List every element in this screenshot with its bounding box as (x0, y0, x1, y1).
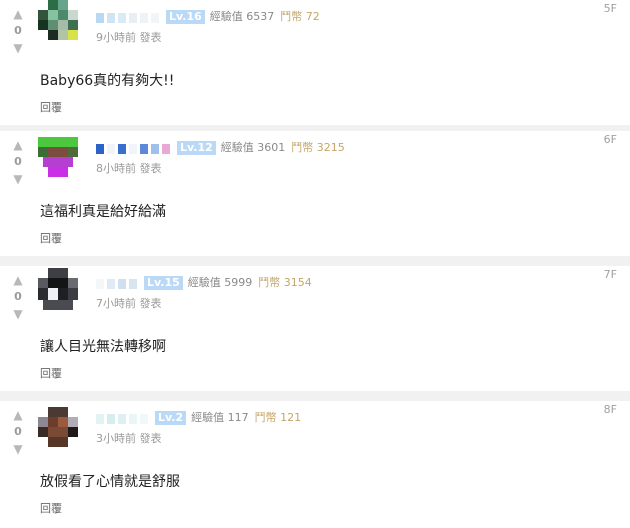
vote-score: 0 (14, 290, 22, 303)
upvote-icon[interactable]: ▲ (10, 272, 26, 288)
comment-text: 放假看了心情就是舒服 (40, 474, 180, 490)
comment-card: ▲ 0 ▼ Lv.15 經驗值 5999 鬥幣 3154 7小時前 發表 7F 讓人… (0, 266, 630, 391)
experience-points: 經驗值 117 (191, 411, 249, 424)
downvote-icon[interactable]: ▼ (10, 306, 26, 322)
comment-card: ▲ 0 ▼ Lv.16 經驗值 6537 鬥幣 72 9小時前 發表 5F Baby… (0, 0, 630, 125)
coin-count: 鬥幣 72 (280, 10, 320, 23)
comment-text: 讓人目光無法轉移啊 (40, 339, 166, 355)
floor-number: 5F (603, 2, 617, 15)
reply-button[interactable]: 回覆 (40, 230, 62, 246)
user-meta: Lv.12 經驗值 3601 鬥幣 3215 (96, 141, 345, 155)
experience-points: 經驗值 3601 (220, 141, 286, 154)
avatar[interactable] (33, 401, 83, 451)
coin-count: 鬥幣 3215 (291, 141, 345, 154)
vote-column: ▲ 0 ▼ (10, 272, 26, 322)
floor-number: 7F (603, 268, 617, 281)
avatar[interactable] (33, 131, 83, 181)
floor-number: 8F (603, 403, 617, 416)
comment-text: Baby66真的有夠大!! (40, 73, 175, 89)
upvote-icon[interactable]: ▲ (10, 407, 26, 423)
username[interactable] (96, 142, 173, 154)
vote-column: ▲ 0 ▼ (10, 407, 26, 457)
level-badge: Lv.15 (144, 276, 183, 290)
coin-count: 鬥幣 121 (254, 411, 302, 424)
username[interactable] (96, 277, 140, 289)
user-meta: Lv.15 經驗值 5999 鬥幣 3154 (96, 276, 312, 290)
vote-column: ▲ 0 ▼ (10, 6, 26, 56)
avatar[interactable] (33, 0, 83, 50)
vote-score: 0 (14, 155, 22, 168)
comment-text: 這福利真是給好給滿 (40, 204, 166, 220)
user-meta: Lv.16 經驗值 6537 鬥幣 72 (96, 10, 320, 24)
comment-card: ▲ 0 ▼ Lv.12 經驗值 3601 鬥幣 3215 8小時前 發表 6F 這福… (0, 131, 630, 256)
experience-points: 經驗值 5999 (187, 276, 253, 289)
reply-button[interactable]: 回覆 (40, 365, 62, 381)
vote-score: 0 (14, 24, 22, 37)
floor-number: 6F (603, 133, 617, 146)
post-time: 7小時前 發表 (96, 297, 162, 310)
username[interactable] (96, 412, 151, 424)
comment-card: ▲ 0 ▼ Lv.2 經驗值 117 鬥幣 121 3小時前 發表 8F 放假看了心… (0, 401, 630, 528)
username[interactable] (96, 11, 162, 23)
experience-points: 經驗值 6537 (209, 10, 275, 23)
upvote-icon[interactable]: ▲ (10, 137, 26, 153)
post-time: 8小時前 發表 (96, 162, 162, 175)
downvote-icon[interactable]: ▼ (10, 171, 26, 187)
downvote-icon[interactable]: ▼ (10, 441, 26, 457)
level-badge: Lv.2 (155, 411, 187, 425)
post-time: 3小時前 發表 (96, 432, 162, 445)
reply-button[interactable]: 回覆 (40, 99, 62, 115)
vote-column: ▲ 0 ▼ (10, 137, 26, 187)
upvote-icon[interactable]: ▲ (10, 6, 26, 22)
post-time: 9小時前 發表 (96, 31, 162, 44)
vote-score: 0 (14, 425, 22, 438)
coin-count: 鬥幣 3154 (258, 276, 312, 289)
level-badge: Lv.12 (177, 141, 216, 155)
user-meta: Lv.2 經驗值 117 鬥幣 121 (96, 411, 301, 425)
reply-button[interactable]: 回覆 (40, 500, 62, 516)
level-badge: Lv.16 (166, 10, 205, 24)
downvote-icon[interactable]: ▼ (10, 40, 26, 56)
avatar[interactable] (33, 266, 83, 316)
